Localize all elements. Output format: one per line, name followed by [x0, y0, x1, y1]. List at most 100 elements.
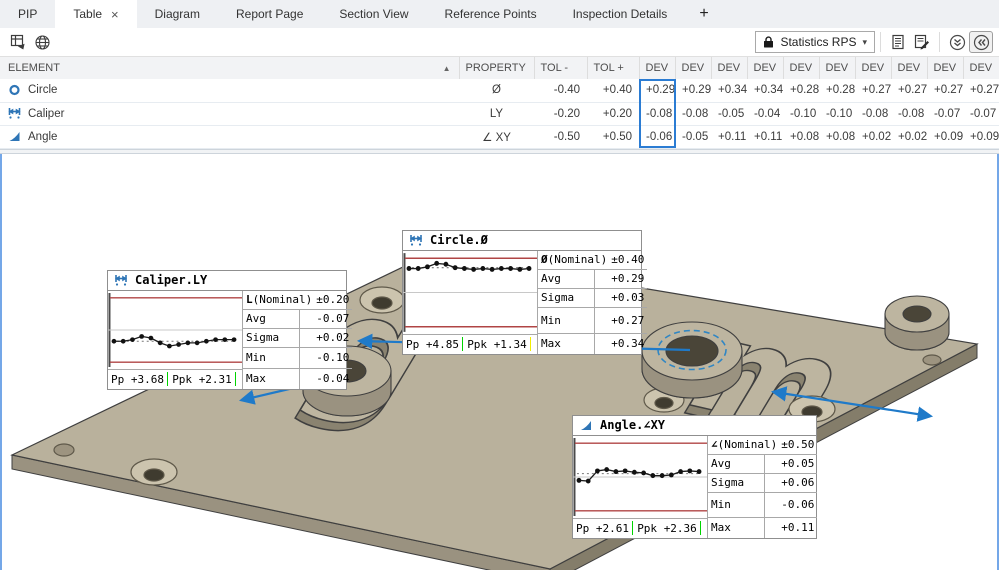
column-header-tol-plus[interactable]: TOL + [587, 57, 639, 79]
sort-ascending-icon[interactable]: ▲ [443, 64, 453, 73]
column-header-tol-minus[interactable]: TOL - [534, 57, 587, 79]
dev-cell[interactable]: +0.29 [675, 79, 711, 102]
application-window: PIP Table × Diagram Report Page Section … [0, 0, 999, 572]
dev-cell[interactable]: +0.27 [963, 79, 999, 102]
dev-cell[interactable]: -0.05 [675, 125, 711, 148]
max-row: Max+0.34 [538, 334, 647, 354]
dev-cell[interactable]: +0.11 [747, 125, 783, 148]
nominal-row: ∠(Nominal) ±0.50 [708, 436, 817, 455]
dev-cell[interactable]: -0.07 [927, 102, 963, 125]
ppk-label: Ppk [467, 338, 487, 351]
dev-cell[interactable]: -0.08 [891, 102, 927, 125]
property-cell[interactable]: Ø [459, 79, 534, 102]
tab-reference-points[interactable]: Reference Points [427, 0, 555, 28]
dev-cell[interactable]: +0.27 [855, 79, 891, 102]
dev-cell[interactable]: +0.09 [963, 125, 999, 148]
column-header-dev[interactable]: DEV [891, 57, 927, 79]
tol-minus-cell[interactable]: -0.20 [534, 102, 587, 125]
toolbar-separator [939, 32, 940, 52]
column-header-property[interactable]: PROPERTY [459, 57, 534, 79]
boss-cylinder-right [885, 296, 949, 350]
tab-label: PIP [18, 7, 37, 21]
dev-cell[interactable]: -0.10 [819, 102, 855, 125]
dev-cell[interactable]: +0.08 [819, 125, 855, 148]
dev-cell[interactable]: -0.08 [855, 102, 891, 125]
add-tab-button[interactable]: + [685, 0, 722, 28]
dev-cell[interactable]: -0.10 [783, 102, 819, 125]
tol-plus-cell[interactable]: +0.20 [587, 102, 639, 125]
table-header-row: ELEMENT ▲ PROPERTY TOL - TOL + DEV DEV D… [0, 57, 999, 79]
column-header-dev[interactable]: DEV [639, 57, 675, 79]
ring-boss-letter-o [642, 322, 742, 398]
dev-cell[interactable]: +0.27 [891, 79, 927, 102]
tab-report-page[interactable]: Report Page [218, 0, 321, 28]
dev-cell[interactable]: -0.04 [747, 102, 783, 125]
table-row-circle[interactable]: Circle Ø -0.40 +0.40 +0.29 +0.29 +0.34 +… [0, 79, 999, 102]
dev-cell[interactable]: +0.34 [711, 79, 747, 102]
callout-circle-diameter[interactable]: Circle.Ø Pp +4.85Ppk +1.34 Ø(Nominal) ±0… [402, 230, 642, 355]
tol-plus-cell[interactable]: +0.40 [587, 79, 639, 102]
tab-section-view[interactable]: Section View [321, 0, 426, 28]
table-row-caliper[interactable]: Caliper LY -0.20 +0.20 -0.08 -0.08 -0.05… [0, 102, 999, 125]
chevron-down-icon: ▾ [862, 37, 867, 48]
ppk-value: +1.34 [494, 338, 527, 351]
dev-cell[interactable]: -0.05 [711, 102, 747, 125]
tol-minus-cell[interactable]: -0.50 [534, 125, 587, 148]
close-icon[interactable]: × [111, 8, 119, 21]
dev-cell[interactable]: +0.08 [783, 125, 819, 148]
collapse-left-circle-icon[interactable] [969, 31, 993, 53]
tab-label: Report Page [236, 7, 303, 21]
caliper-icon [409, 234, 423, 247]
caliper-icon [8, 107, 21, 120]
column-header-dev[interactable]: DEV [819, 57, 855, 79]
ppk-value: +2.36 [664, 522, 697, 535]
tol-minus-cell[interactable]: -0.40 [534, 79, 587, 102]
column-header-dev[interactable]: DEV [855, 57, 891, 79]
callout-caliper-ly[interactable]: Caliper.LY Pp +3.68Ppk +2.31 L(Nominal) … [107, 270, 347, 390]
statistics-mode-dropdown[interactable]: Statistics RPS ▾ [755, 31, 875, 53]
tab-pip[interactable]: PIP [0, 0, 55, 28]
tab-inspection-details[interactable]: Inspection Details [555, 0, 686, 28]
tol-plus-cell[interactable]: +0.50 [587, 125, 639, 148]
dev-cell[interactable]: -0.07 [963, 102, 999, 125]
ppk-label: Ppk [637, 522, 657, 535]
property-cell[interactable]: ∠ XY [459, 125, 534, 148]
view-tab-bar: PIP Table × Diagram Report Page Section … [0, 0, 999, 28]
nominal-row: Ø(Nominal) ±0.40 [538, 251, 647, 270]
tab-label: Table [73, 7, 102, 21]
3d-viewport[interactable]: g m g m [0, 154, 999, 570]
edit-report-icon[interactable] [910, 31, 934, 53]
dev-cell[interactable]: +0.28 [819, 79, 855, 102]
circle-icon [8, 84, 21, 97]
expand-down-circle-icon[interactable] [945, 31, 969, 53]
globe-icon[interactable] [30, 31, 54, 53]
max-row: Max+0.11 [708, 518, 817, 538]
tab-table[interactable]: Table × [55, 0, 136, 28]
dev-cell[interactable]: +0.02 [855, 125, 891, 148]
dev-cell[interactable]: +0.09 [927, 125, 963, 148]
column-header-dev[interactable]: DEV [711, 57, 747, 79]
property-cell[interactable]: LY [459, 102, 534, 125]
tab-label: Section View [339, 7, 408, 21]
column-header-dev[interactable]: DEV [675, 57, 711, 79]
element-name: Caliper [28, 108, 64, 120]
callout-angle-xy[interactable]: Angle.∠XY Pp +2.61Ppk +2.36 ∠(Nominal) ±… [572, 415, 817, 539]
column-header-dev[interactable]: DEV [927, 57, 963, 79]
dev-cell[interactable]: +0.27 [927, 79, 963, 102]
table-row-angle[interactable]: Angle ∠ XY -0.50 +0.50 -0.06 -0.05 +0.11… [0, 125, 999, 148]
column-header-dev[interactable]: DEV [783, 57, 819, 79]
tab-label: Inspection Details [573, 7, 668, 21]
dev-cell[interactable]: +0.34 [747, 79, 783, 102]
report-document-icon[interactable] [886, 31, 910, 53]
dev-cell[interactable]: +0.11 [711, 125, 747, 148]
dev-cell[interactable]: -0.08 [675, 102, 711, 125]
tab-diagram[interactable]: Diagram [137, 0, 218, 28]
column-header-dev[interactable]: DEV [747, 57, 783, 79]
pp-value: +2.61 [596, 522, 629, 535]
column-header-dev[interactable]: DEV [963, 57, 999, 79]
selected-dev-column-outline[interactable] [639, 79, 676, 148]
export-table-icon[interactable] [6, 31, 30, 53]
dev-cell[interactable]: +0.02 [891, 125, 927, 148]
dev-cell[interactable]: +0.28 [783, 79, 819, 102]
column-header-element[interactable]: ELEMENT ▲ [0, 57, 459, 79]
